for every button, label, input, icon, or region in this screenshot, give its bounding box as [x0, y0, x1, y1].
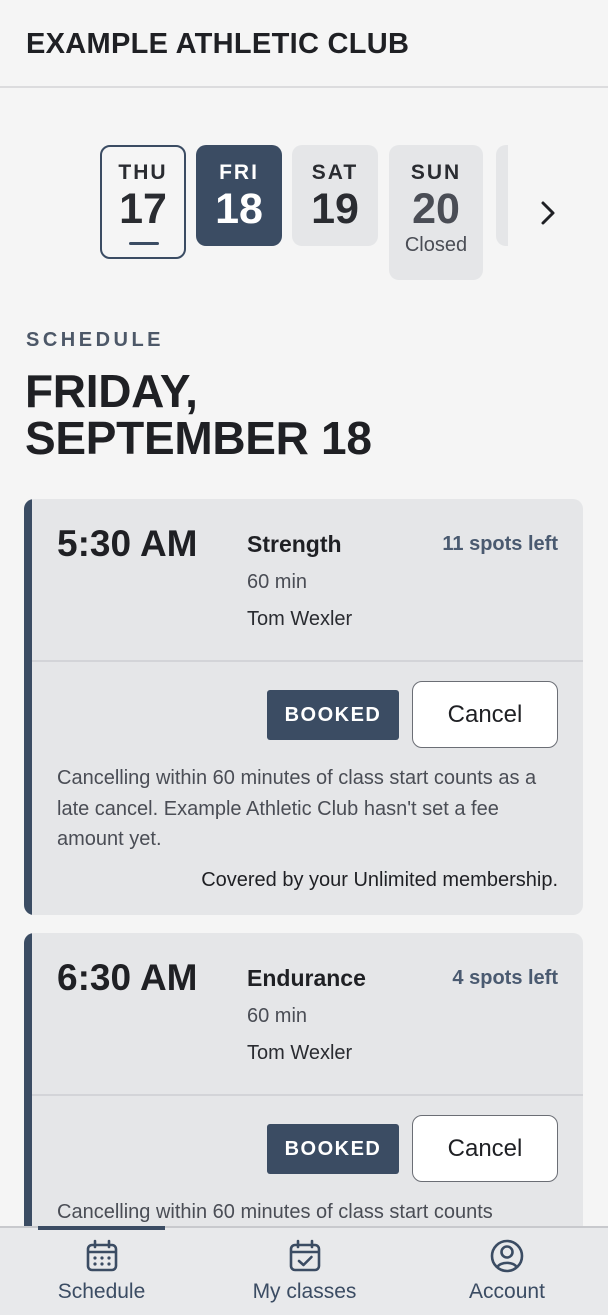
card-accent-bar	[24, 933, 32, 1263]
instructor-name: Tom Wexler	[247, 608, 353, 630]
tab-account[interactable]: Account	[406, 1228, 608, 1315]
day-number: 19	[311, 185, 359, 233]
day-of-week: SUN	[410, 161, 462, 184]
chevron-right-icon	[541, 201, 555, 225]
day-fri-18[interactable]: FRI 18	[196, 145, 282, 246]
date-strip: THU 17 FRI 18 SAT 19 SUN 20 Closed	[0, 145, 608, 285]
spots-left: 11 spots left	[442, 533, 558, 555]
active-tab-indicator	[38, 1226, 165, 1230]
class-time: 6:30 AM	[57, 957, 198, 998]
card-divider	[32, 1094, 583, 1096]
day-of-week: SAT	[311, 161, 359, 184]
late-cancel-policy: Cancelling within 60 minutes of class st…	[57, 1201, 493, 1223]
class-card: 5:30 AM Strength 11 spots left 60 min To…	[24, 499, 583, 915]
class-name: Strength	[247, 531, 342, 557]
membership-coverage: Covered by your Unlimited membership.	[201, 869, 558, 891]
page-title-line2: SEPTEMBER 18	[25, 412, 372, 464]
instructor-name: Tom Wexler	[247, 1042, 353, 1064]
day-next-partial[interactable]	[496, 145, 508, 246]
day-of-week: FRI	[219, 161, 259, 184]
page-title: FRIDAY, SEPTEMBER 18	[25, 368, 585, 462]
tab-label: Schedule	[57, 1280, 146, 1303]
class-time: 5:30 AM	[57, 523, 198, 564]
class-name: Endurance	[247, 965, 366, 991]
card-accent-bar	[24, 499, 32, 915]
next-days-button[interactable]	[532, 196, 564, 230]
day-thu-17[interactable]: THU 17	[100, 145, 186, 259]
day-number: 18	[215, 185, 263, 233]
day-number: 17	[119, 185, 167, 233]
day-of-week: THU	[118, 161, 168, 184]
tab-label: My classes	[252, 1280, 357, 1303]
bottom-tab-bar: Schedule My classes Account	[0, 1226, 608, 1315]
cancel-button[interactable]: Cancel	[412, 681, 558, 748]
club-name: EXAMPLE ATHLETIC CLUB	[26, 28, 410, 60]
card-divider	[32, 660, 583, 662]
page-title-line1: FRIDAY,	[25, 365, 198, 417]
user-circle-icon	[490, 1239, 524, 1273]
booked-badge: BOOKED	[267, 690, 399, 740]
day-sun-20[interactable]: SUN 20 Closed	[389, 145, 483, 280]
tab-label: Account	[469, 1280, 545, 1303]
calendar-check-icon	[289, 1239, 320, 1272]
today-indicator	[129, 242, 159, 245]
booked-badge: BOOKED	[267, 1124, 399, 1174]
day-number: 20	[412, 185, 460, 233]
spots-left: 4 spots left	[452, 967, 558, 989]
day-sat-19[interactable]: SAT 19	[292, 145, 378, 246]
tab-schedule[interactable]: Schedule	[0, 1226, 203, 1315]
late-cancel-policy: Cancelling within 60 minutes of class st…	[57, 767, 537, 850]
tab-my-classes[interactable]: My classes	[203, 1228, 406, 1315]
calendar-icon	[86, 1239, 117, 1272]
app-header: EXAMPLE ATHLETIC CLUB	[0, 0, 608, 88]
closed-label: Closed	[404, 234, 468, 256]
section-label: SCHEDULE	[26, 329, 165, 351]
class-card: 6:30 AM Endurance 4 spots left 60 min To…	[24, 933, 583, 1263]
class-duration: 60 min	[247, 571, 308, 593]
cancel-button[interactable]: Cancel	[412, 1115, 558, 1182]
class-duration: 60 min	[247, 1005, 308, 1027]
